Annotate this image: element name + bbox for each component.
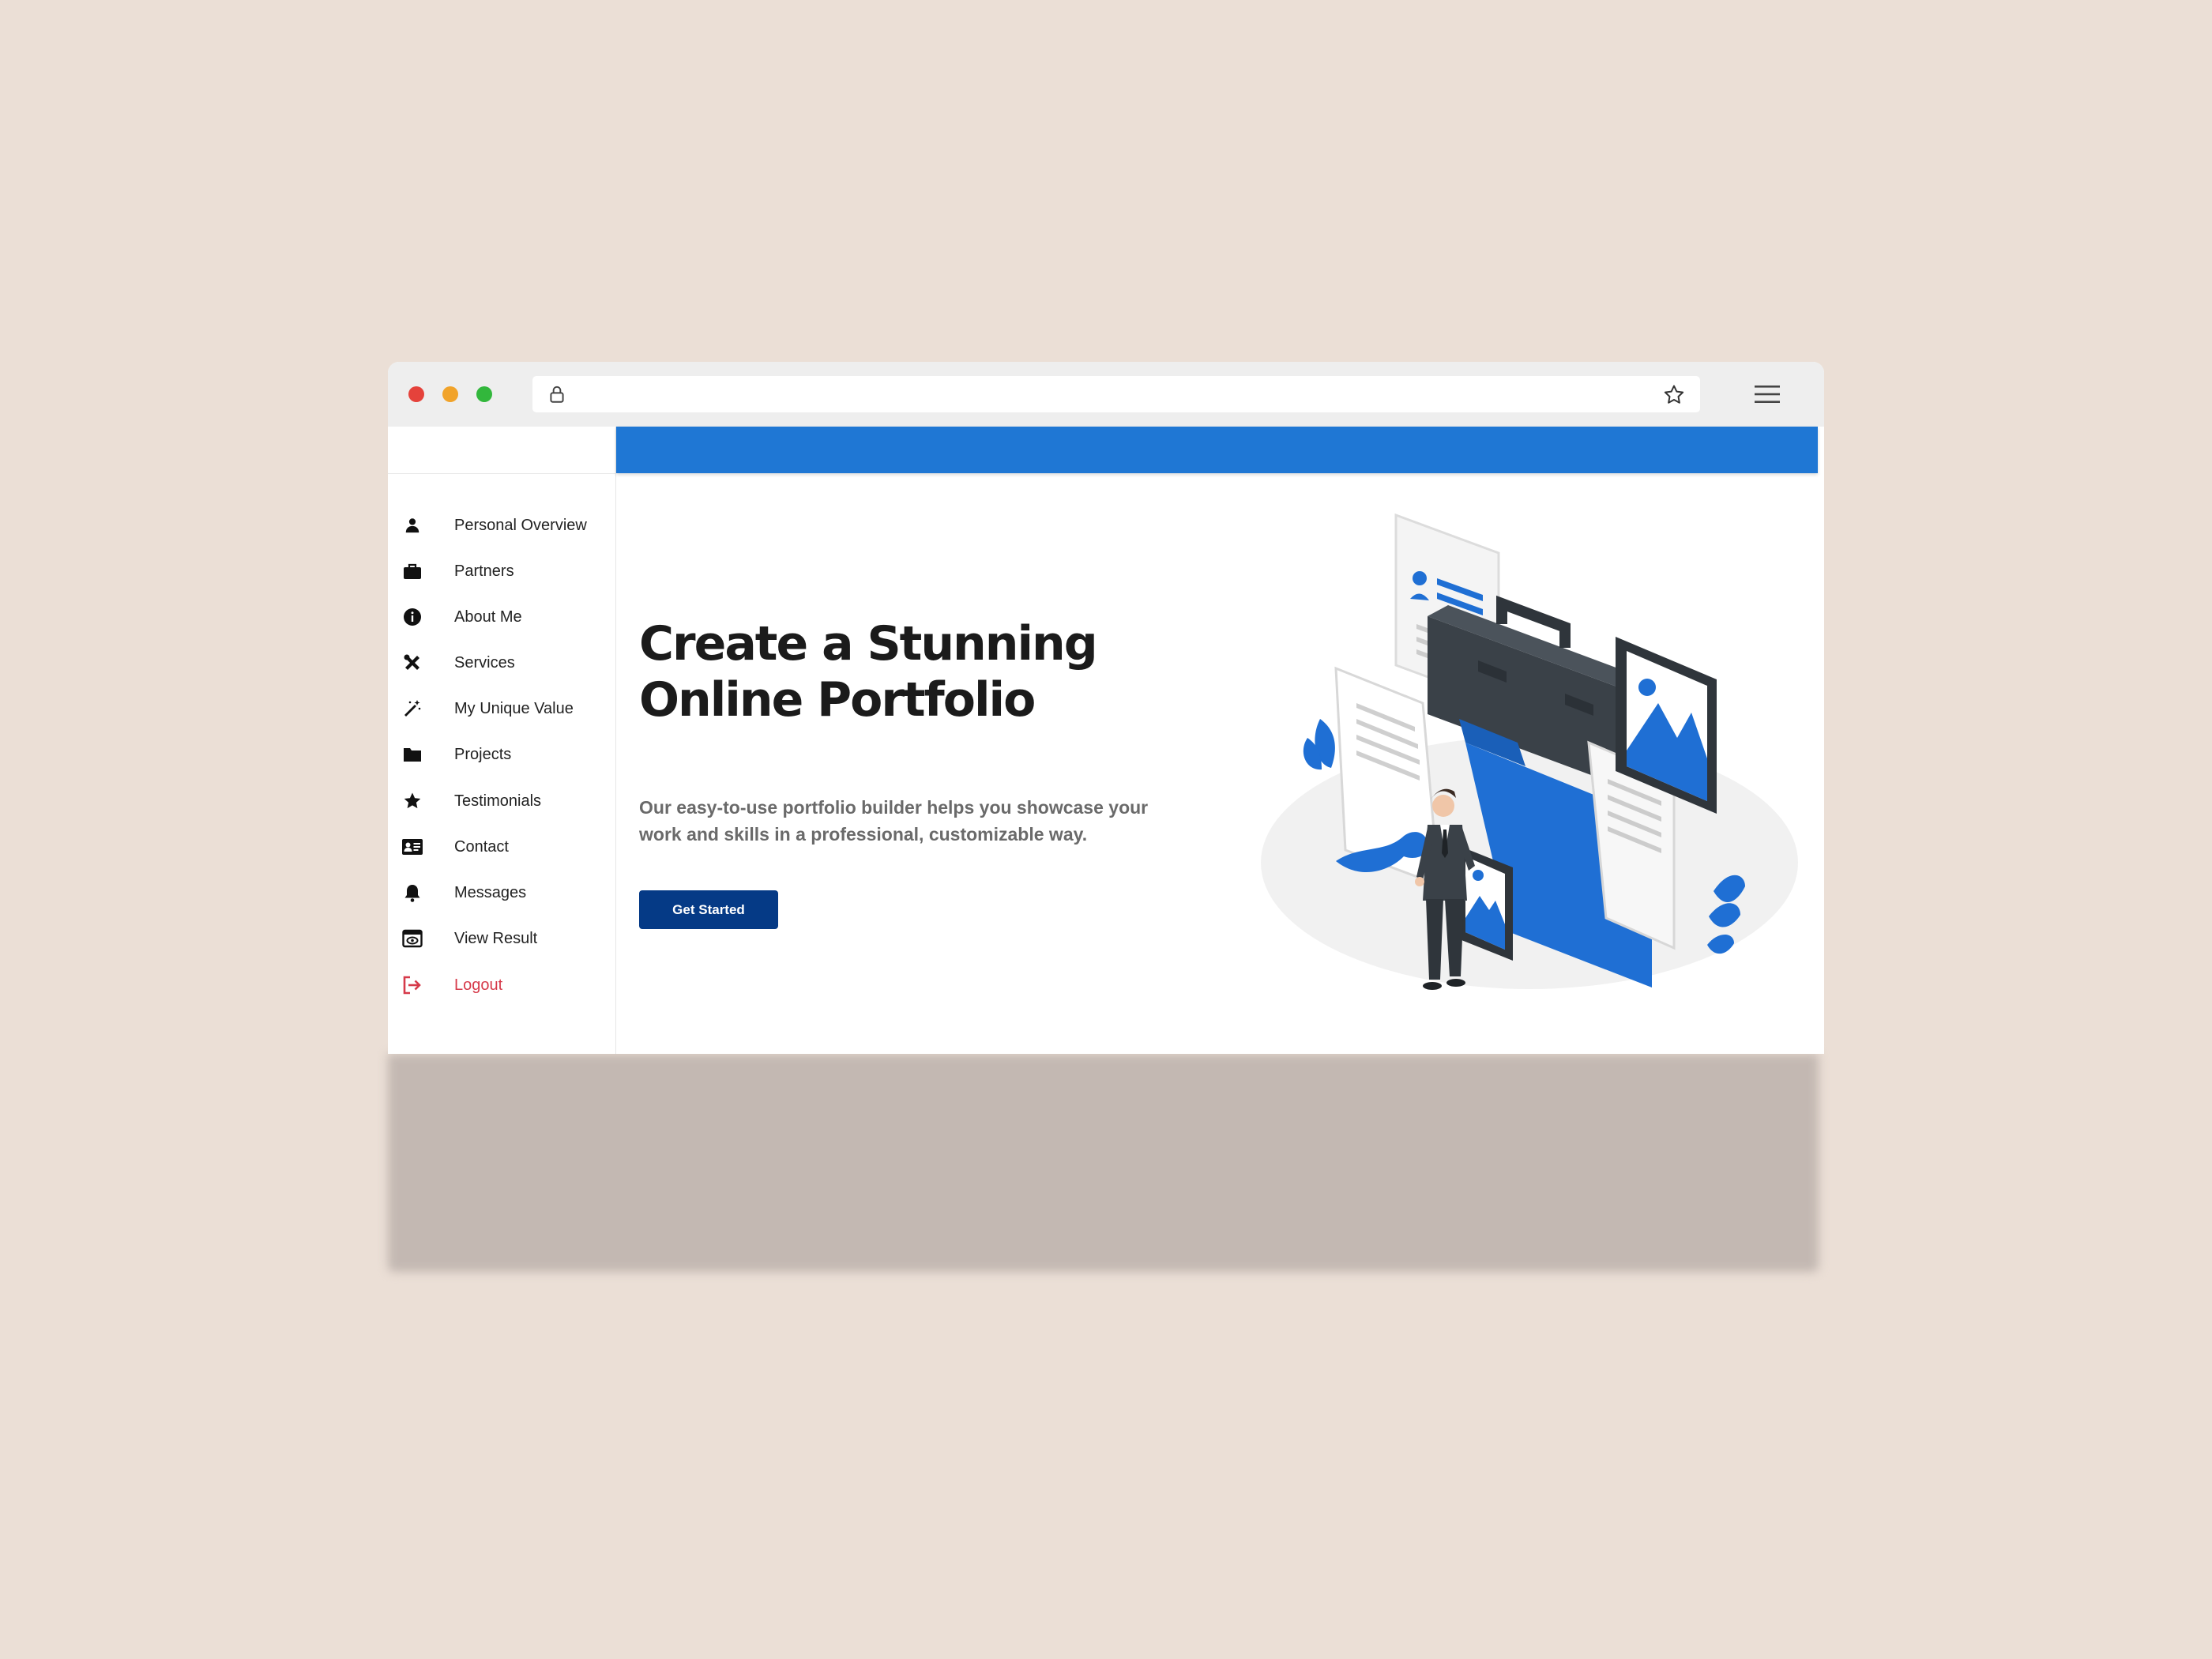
sidebar-item-view-result[interactable]: View Result <box>388 918 615 959</box>
sidebar-item-label: Projects <box>454 745 512 763</box>
folder-icon <box>401 743 423 766</box>
address-bar[interactable] <box>532 376 1700 412</box>
briefcase-icon <box>401 560 423 582</box>
minimize-window-button[interactable] <box>442 386 458 402</box>
browser-toolbar <box>388 362 1824 427</box>
sidebar-item-my-unique-value[interactable]: My Unique Value <box>388 688 615 729</box>
sidebar-item-services[interactable]: Services <box>388 642 615 683</box>
sidebar-item-label: Personal Overview <box>454 516 587 534</box>
browser-window: Personal Overview Partners About Me Serv… <box>388 362 1824 1054</box>
sidebar-item-label: Logout <box>454 976 503 994</box>
sidebar-item-label: My Unique Value <box>454 699 574 717</box>
sidebar-item-label: Partners <box>454 562 514 580</box>
hamburger-menu-icon[interactable] <box>1753 383 1781 405</box>
sidebar-item-messages[interactable]: Messages <box>388 872 615 913</box>
portfolio-illustration <box>1261 513 1798 990</box>
header-bar <box>616 427 1818 473</box>
sidebar-item-projects[interactable]: Projects <box>388 734 615 775</box>
sidebar-item-label: Services <box>454 653 515 672</box>
hero-title-line-1: Create a Stunning <box>639 616 1098 672</box>
desktop-background: Personal Overview Partners About Me Serv… <box>0 0 2212 1659</box>
bell-icon <box>401 882 423 904</box>
magic-wand-icon <box>401 698 423 720</box>
lock-icon <box>550 386 564 403</box>
window-shadow <box>388 1054 1819 1272</box>
hero-description: Our easy-to-use portfolio builder helps … <box>639 797 1149 845</box>
hero-title: Create a Stunning Online Portfolio <box>639 616 1192 728</box>
sidebar-item-label: View Result <box>454 929 538 947</box>
maximize-window-button[interactable] <box>476 386 492 402</box>
person-icon <box>401 514 423 536</box>
get-started-button[interactable]: Get Started <box>639 890 778 929</box>
logout-icon <box>401 974 423 996</box>
info-icon <box>401 606 423 628</box>
bookmark-star-icon[interactable] <box>1662 383 1686 407</box>
sidebar-item-testimonials[interactable]: Testimonials <box>388 781 615 822</box>
sidebar-item-label: Contact <box>454 837 509 856</box>
sidebar-item-label: About Me <box>454 608 522 626</box>
star-icon <box>401 790 423 812</box>
hero-title-line-2: Online Portfolio <box>639 672 1036 728</box>
sidebar-item-label: Messages <box>454 883 527 901</box>
sidebar-item-personal-overview[interactable]: Personal Overview <box>388 505 615 546</box>
tools-icon <box>401 652 423 674</box>
contact-card-icon <box>401 836 423 858</box>
sidebar-item-label: Testimonials <box>454 792 542 810</box>
close-window-button[interactable] <box>408 386 424 402</box>
view-icon <box>401 927 423 950</box>
sidebar: Personal Overview Partners About Me Serv… <box>388 427 616 1054</box>
sidebar-item-logout[interactable]: Logout <box>388 965 615 1006</box>
sidebar-header <box>388 427 615 474</box>
page-viewport: Personal Overview Partners About Me Serv… <box>388 427 1818 1054</box>
sidebar-item-about-me[interactable]: About Me <box>388 596 615 638</box>
sidebar-item-partners[interactable]: Partners <box>388 551 615 592</box>
sidebar-item-contact[interactable]: Contact <box>388 826 615 867</box>
